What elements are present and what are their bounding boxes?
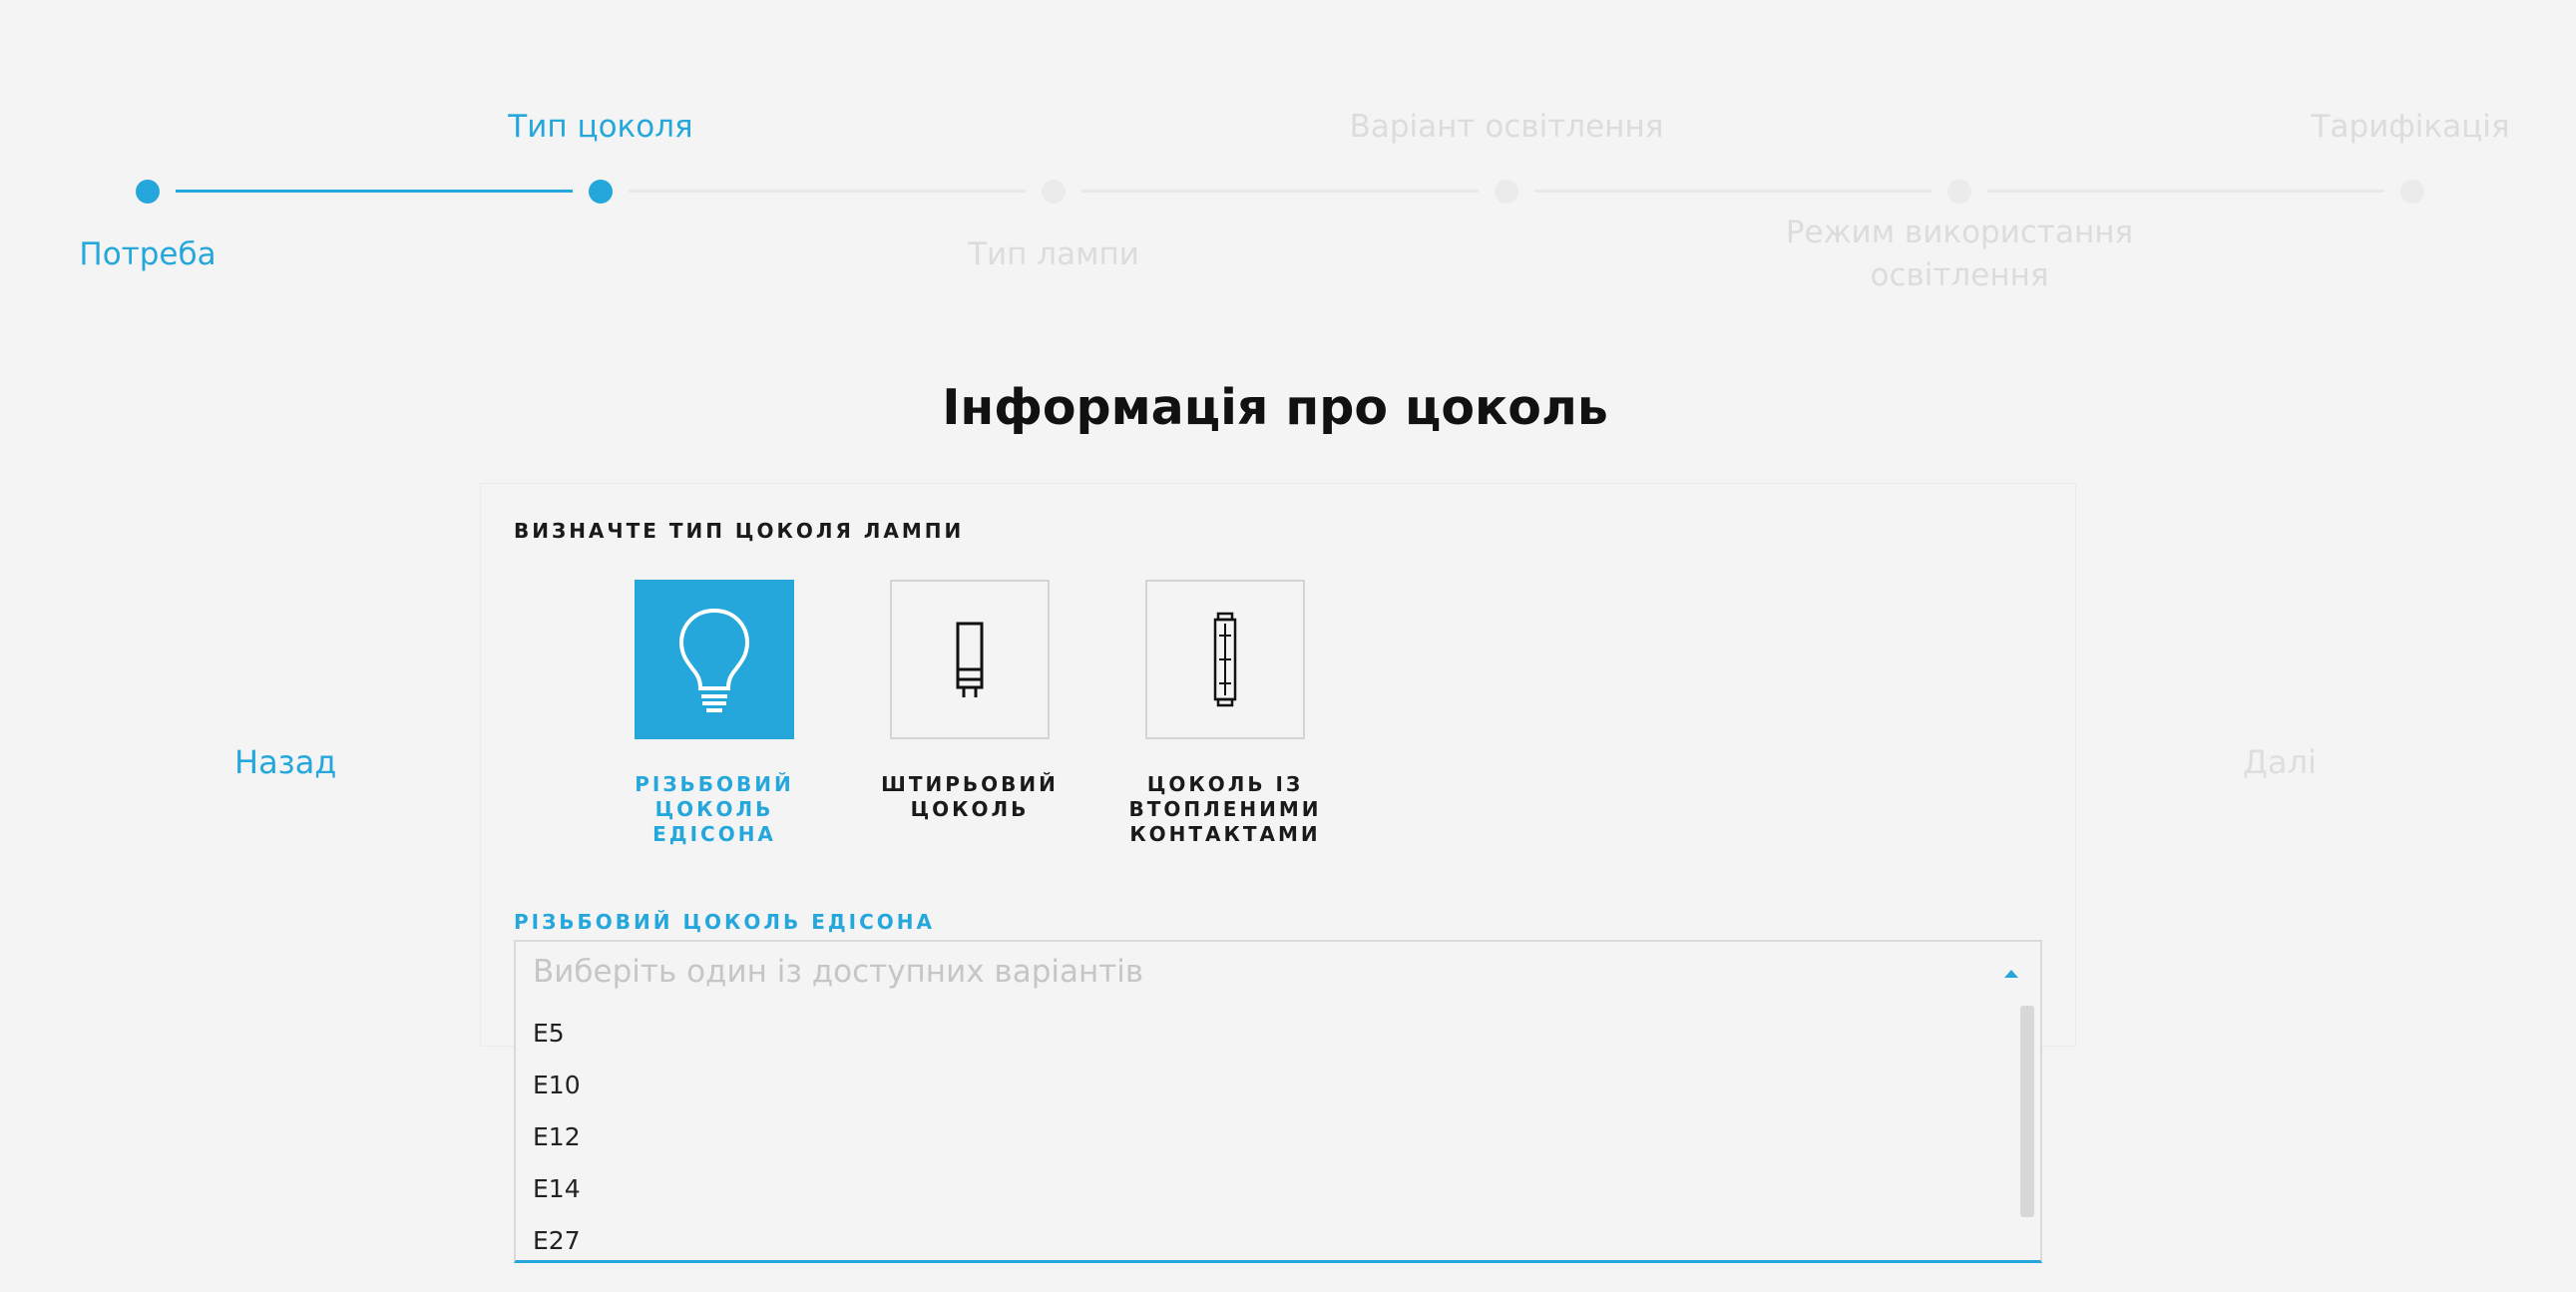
edison-screw-option[interactable] <box>635 580 794 739</box>
step-label-need[interactable]: Потреба <box>79 233 215 276</box>
dropdown-option-e10[interactable]: E10 <box>533 1071 581 1099</box>
caption-line: ШТИРЬОВИЙ <box>881 772 1059 796</box>
step-label-tariff: Тарифікація <box>2311 109 2510 145</box>
caption-line: РІЗЬБОВИЙ <box>635 772 794 796</box>
step-connector <box>1987 190 2384 193</box>
edison-dropdown-label: РІЗЬБОВИЙ ЦОКОЛЬ ЕДІСОНА <box>514 910 936 934</box>
caption-line: ЦОКОЛЬ <box>910 797 1030 821</box>
dropdown-option-e5[interactable]: E5 <box>533 1019 565 1048</box>
step-connector <box>176 190 573 193</box>
caret-up-icon[interactable] <box>2004 970 2018 978</box>
recessed-contact-caption: ЦОКОЛЬ ІЗ ВТОПЛЕНИМИ КОНТАКТАМИ <box>1115 772 1335 847</box>
pin-base-caption: ШТИРЬОВИЙ ЦОКОЛЬ <box>860 772 1079 822</box>
step-dot-socket-type[interactable] <box>589 180 613 204</box>
recessed-contact-lamp-icon <box>1213 612 1237 707</box>
step-label-usage-mode-line1: Режим використання <box>1785 215 2134 250</box>
dropdown-option-e12[interactable]: E12 <box>533 1122 581 1151</box>
socket-type-label: ВИЗНАЧТЕ ТИП ЦОКОЛЯ ЛАМПИ <box>514 519 965 543</box>
step-label-usage-mode: Режим використання освітлення <box>1786 212 2133 297</box>
pin-base-option[interactable] <box>890 580 1050 739</box>
caption-line: ВТОПЛЕНИМИ <box>1128 797 1322 821</box>
caption-line: КОНТАКТАМИ <box>1129 822 1321 846</box>
socket-size-dropdown[interactable]: Виберіть один із доступних варіантів E5 … <box>514 940 2042 1263</box>
step-dot-tariff <box>2400 180 2424 204</box>
step-dot-need[interactable] <box>136 180 160 204</box>
back-link[interactable]: Назад <box>234 743 336 781</box>
step-dot-lighting-variant <box>1495 180 1518 204</box>
step-dot-lamp-type <box>1042 180 1066 204</box>
step-connector <box>1534 190 1932 193</box>
step-dot-usage-mode <box>1947 180 1971 204</box>
step-label-lamp-type: Тип лампи <box>968 236 1139 272</box>
dropdown-scrollbar[interactable] <box>2020 1006 2034 1217</box>
pin-base-lamp-icon <box>956 622 984 697</box>
page-title: Інформація про цоколь <box>942 379 1608 436</box>
caption-line: ЦОКОЛЬ ІЗ <box>1146 772 1304 796</box>
step-label-usage-mode-line2: освітлення <box>1870 257 2049 293</box>
bulb-icon <box>678 608 750 712</box>
step-label-lighting-variant: Варіант освітлення <box>1349 109 1664 145</box>
dropdown-option-e14[interactable]: E14 <box>533 1174 581 1203</box>
step-connector <box>1081 190 1479 193</box>
recessed-contact-option[interactable] <box>1145 580 1305 739</box>
step-label-socket-type[interactable]: Тип цоколя <box>508 106 692 149</box>
next-link[interactable]: Далі <box>2243 743 2317 781</box>
dropdown-option-e27[interactable]: E27 <box>533 1226 581 1255</box>
step-connector <box>629 190 1026 193</box>
caption-line: ЦОКОЛЬ ЕДІСОНА <box>652 797 776 846</box>
dropdown-placeholder: Виберіть один із доступних варіантів <box>533 954 1144 990</box>
edison-screw-caption: РІЗЬБОВИЙ ЦОКОЛЬ ЕДІСОНА <box>605 772 824 847</box>
